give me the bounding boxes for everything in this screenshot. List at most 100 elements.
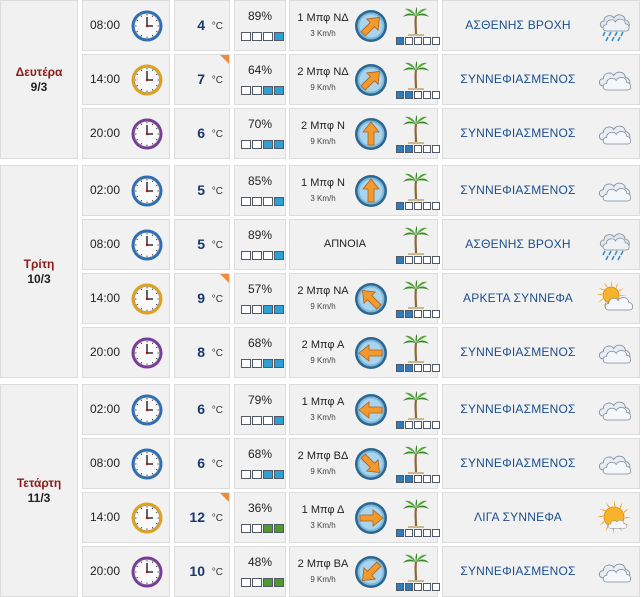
cloud-icon — [597, 335, 633, 371]
humidity-level-box — [241, 140, 251, 149]
humidity-level-box — [241, 524, 251, 533]
wind-cell: 2 Μπφ Ν 9 Km/h — [289, 108, 440, 159]
wind-speed: 9 Km/h — [310, 137, 336, 146]
beaufort-bar — [396, 256, 440, 264]
humidity-cell: 85% — [234, 165, 286, 216]
palm-tree-icon — [402, 390, 430, 420]
forecast-row: 08:00 5 °C 89% ΑΠΝΟΙΑ ΑΣΘΕΝΗΣ ΒΡΟΧΗ — [0, 219, 642, 270]
temperature-value: 12 — [189, 509, 205, 525]
wind-direction-compass-icon — [354, 117, 388, 151]
weather-description: ΣΥΝΝΕΦΙΑΣΜΕΝΟΣ — [460, 564, 576, 578]
beaufort-level-box — [396, 421, 404, 429]
humidity-level-box — [274, 578, 284, 587]
humidity-bar — [241, 524, 284, 533]
sun-small-cloud-icon — [597, 500, 633, 536]
temperature-unit: °C — [211, 294, 223, 305]
humidity-bar — [241, 197, 284, 206]
wind-speed: 3 Km/h — [310, 194, 336, 203]
clock-icon — [130, 228, 164, 262]
humidity-level-box — [274, 86, 284, 95]
humidity-level-box — [241, 197, 251, 206]
description-cell: ΑΡΚΕΤΑ ΣΥΝΝΕΦΑ — [442, 273, 640, 324]
humidity-level-box — [252, 524, 262, 533]
temperature-cell: 5 °C — [174, 165, 230, 216]
sun-cloud-icon — [596, 280, 634, 317]
beaufort-level-box — [423, 37, 431, 45]
beaufort-level-box — [432, 256, 440, 264]
humidity-level-box — [263, 197, 273, 206]
humidity-level-box — [241, 251, 251, 260]
temperature-cell: 5 °C — [174, 219, 230, 270]
wind-cell: 2 Μπφ ΝΔ 9 Km/h — [289, 54, 440, 105]
humidity-level-box — [252, 86, 262, 95]
description-cell: ΣΥΝΝΕΦΙΑΣΜΕΝΟΣ — [442, 108, 640, 159]
wind-force: 1 Μπφ ΝΔ — [297, 12, 349, 24]
cloud-icon — [597, 173, 633, 209]
humidity-level-box — [263, 251, 273, 260]
forecast-row: 14:00 12 °C 36% 1 Μπφ Δ 3 Km/h ΛΙΓΑ ΣΥΝΝ… — [0, 492, 642, 543]
wind-speed: 3 Km/h — [310, 29, 336, 38]
wind-direction-compass-icon — [354, 336, 388, 370]
temperature-unit: °C — [211, 129, 223, 140]
humidity-level-box — [252, 32, 262, 41]
rain-cloud-icon — [597, 227, 633, 263]
temperature-cell: 6 °C — [174, 384, 230, 435]
wind-cell: 2 Μπφ ΒΑ 9 Km/h — [289, 546, 440, 597]
weather-description: ΛΙΓΑ ΣΥΝΝΕΦΑ — [474, 510, 562, 524]
humidity-level-box — [274, 524, 284, 533]
humidity-value: 70% — [247, 117, 273, 131]
wind-speed: 9 Km/h — [310, 302, 336, 311]
description-cell: ΣΥΝΝΕΦΙΑΣΜΕΝΟΣ — [442, 384, 640, 435]
wind-direction-compass-icon — [354, 174, 388, 208]
humidity-bar — [241, 251, 284, 260]
weather-description: ΣΥΝΝΕΦΙΑΣΜΕΝΟΣ — [460, 72, 576, 86]
beaufort-level-box — [432, 364, 440, 372]
beaufort-level-box — [423, 202, 431, 210]
temperature-unit: °C — [211, 405, 223, 416]
forecast-row: 20:00 6 °C 70% 2 Μπφ Ν 9 Km/h ΣΥΝΝΕΦΙΑΣΜ… — [0, 108, 642, 159]
forecast-time: 02:00 — [90, 183, 121, 197]
day-block: Δευτέρα 9/3 08:00 4 °C 89% 1 Μπφ ΝΔ 3 Km… — [0, 0, 642, 159]
forecast-time: 20:00 — [90, 564, 121, 578]
wind-cell: 1 Μπφ Α 3 Km/h — [289, 384, 440, 435]
beaufort-level-box — [432, 310, 440, 318]
humidity-value: 89% — [247, 228, 273, 242]
description-cell: ΑΣΘΕΝΗΣ ΒΡΟΧΗ — [442, 219, 640, 270]
wind-force: 2 Μπφ Α — [301, 339, 345, 351]
humidity-level-box — [274, 416, 284, 425]
wind-cell: ΑΠΝΟΙΑ — [289, 219, 440, 270]
beaufort-level-box — [432, 529, 440, 537]
temperature-unit: °C — [211, 21, 223, 32]
humidity-level-box — [241, 359, 251, 368]
time-cell: 14:00 — [82, 492, 170, 543]
beaufort-level-box — [396, 256, 404, 264]
temperature-cell: 6 °C — [174, 108, 230, 159]
beaufort-level-box — [423, 583, 431, 591]
wind-direction-compass-icon — [354, 447, 388, 481]
beaufort-level-box — [414, 421, 422, 429]
beaufort-level-box — [405, 145, 413, 153]
temperature-cell: 9 °C — [174, 273, 230, 324]
time-cell: 02:00 — [82, 384, 170, 435]
wind-speed: 3 Km/h — [310, 413, 336, 422]
forecast-time: 20:00 — [90, 345, 121, 359]
forecast-row: 02:00 6 °C 79% 1 Μπφ Α 3 Km/h ΣΥΝΝΕΦΙΑΣΜ… — [0, 384, 642, 435]
beaufort-level-box — [405, 364, 413, 372]
clock-icon — [130, 117, 164, 151]
clock-icon — [130, 447, 164, 481]
description-cell: ΑΣΘΕΝΗΣ ΒΡΟΧΗ — [442, 0, 640, 51]
forecast-time: 14:00 — [90, 72, 121, 86]
clock-icon — [130, 393, 164, 427]
humidity-cell: 70% — [234, 108, 286, 159]
humidity-level-box — [274, 359, 284, 368]
beaufort-level-box — [432, 421, 440, 429]
weather-description: ΣΥΝΝΕΦΙΑΣΜΕΝΟΣ — [460, 183, 576, 197]
time-cell: 02:00 — [82, 165, 170, 216]
temperature-value: 6 — [197, 401, 205, 417]
humidity-value: 68% — [247, 447, 273, 461]
humidity-level-box — [241, 86, 251, 95]
temperature-value: 8 — [197, 344, 205, 360]
temperature-unit: °C — [211, 513, 223, 524]
palm-tree-icon — [402, 444, 430, 474]
humidity-value: 68% — [247, 336, 273, 350]
